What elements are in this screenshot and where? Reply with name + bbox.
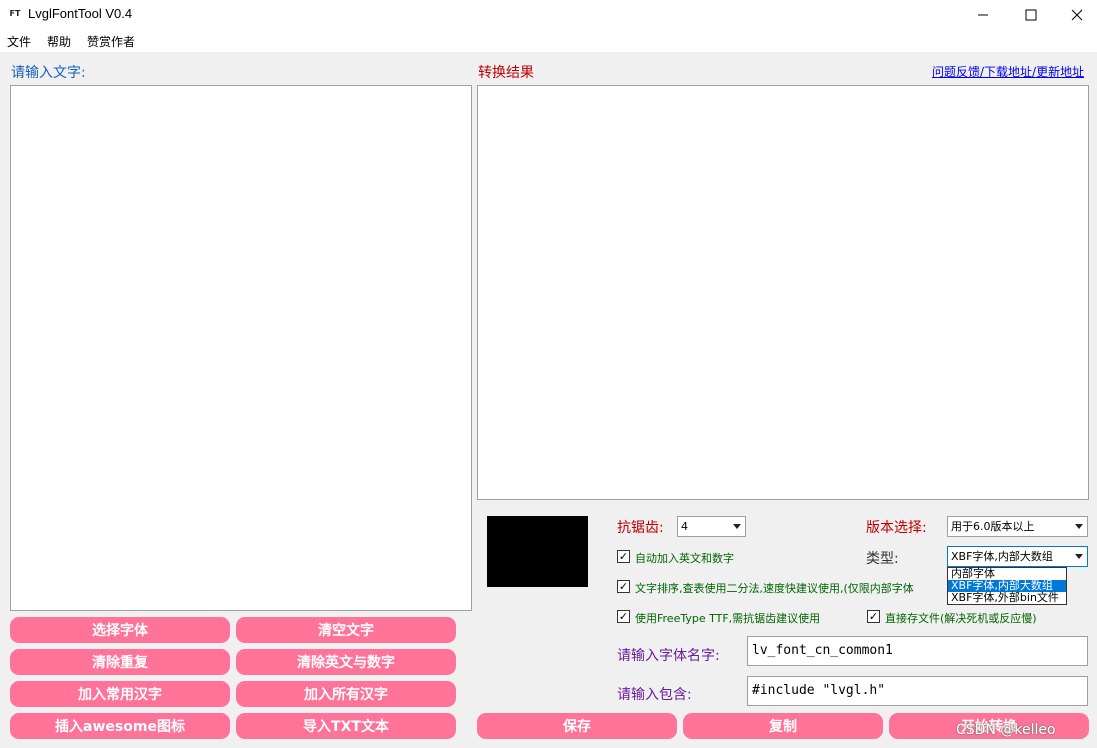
input-text-label: 请输入文字: xyxy=(11,65,86,81)
input-text-area[interactable] xyxy=(10,85,472,611)
clear-text-button[interactable]: 清空文字 xyxy=(236,617,456,643)
save-button[interactable]: 保存 xyxy=(477,713,677,739)
freetype-checkbox[interactable]: ✓ xyxy=(617,610,630,623)
include-label: 请输入包含: xyxy=(617,687,692,703)
check-icon: ✓ xyxy=(868,610,879,623)
freetype-label: 使用FreeType TTF,需抗锯齿建议使用 xyxy=(635,612,821,625)
close-icon xyxy=(1071,9,1083,21)
sort-label: 文字排序,查表使用二分法,速度快建议使用,(仅限内部字体 xyxy=(635,582,914,595)
menu-bar xyxy=(0,30,1097,52)
insert-awesome-icon-button[interactable]: 插入awesome图标 xyxy=(10,713,230,739)
auto-add-checkbox[interactable]: ✓ xyxy=(617,550,630,563)
title-bar xyxy=(0,0,1097,30)
chevron-down-icon xyxy=(1075,554,1083,559)
version-label: 版本选择: xyxy=(866,520,927,536)
include-input[interactable]: #include "lvgl.h" xyxy=(747,676,1088,706)
font-name-input[interactable]: lv_font_cn_common1 xyxy=(747,636,1088,666)
font-preview xyxy=(487,516,588,587)
feedback-link[interactable]: 问题反馈/下载地址/更新地址 xyxy=(932,63,1084,80)
result-label: 转换结果 xyxy=(478,65,534,81)
menu-help[interactable]: 帮助 xyxy=(47,33,71,50)
close-button[interactable] xyxy=(1054,0,1097,30)
chevron-down-icon xyxy=(733,524,741,529)
sort-checkbox[interactable]: ✓ xyxy=(617,580,630,593)
select-font-button[interactable]: 选择字体 xyxy=(10,617,230,643)
type-value: XBF字体,内部大数组 xyxy=(951,550,1053,563)
type-select[interactable]: XBF字体,内部大数组 xyxy=(947,546,1088,567)
remove-duplicates-button[interactable]: 清除重复 xyxy=(10,649,230,675)
menu-file[interactable]: 文件 xyxy=(7,33,31,50)
antialias-select[interactable]: 4 xyxy=(677,516,746,537)
maximize-button[interactable] xyxy=(1008,0,1054,30)
version-value: 用于6.0版本以上 xyxy=(951,520,1035,533)
antialias-value: 4 xyxy=(681,520,688,533)
maximize-icon xyxy=(1025,9,1037,21)
result-text-area[interactable] xyxy=(477,85,1089,500)
check-icon: ✓ xyxy=(618,610,629,623)
auto-add-label: 自动加入英文和数字 xyxy=(635,552,734,565)
direct-save-label: 直接存文件(解决死机或反应慢) xyxy=(885,612,1037,625)
app-icon: FT xyxy=(9,9,21,18)
check-icon: ✓ xyxy=(618,580,629,593)
font-name-label: 请输入字体名字: xyxy=(617,648,720,664)
version-select[interactable]: 用于6.0版本以上 xyxy=(947,516,1088,537)
direct-save-checkbox[interactable]: ✓ xyxy=(867,610,880,623)
antialias-label: 抗锯齿: xyxy=(617,520,664,536)
copy-button[interactable]: 复制 xyxy=(683,713,883,739)
remove-english-digits-button[interactable]: 清除英文与数字 xyxy=(236,649,456,675)
import-txt-button[interactable]: 导入TXT文本 xyxy=(236,713,456,739)
add-all-hanzi-button[interactable]: 加入所有汉字 xyxy=(236,681,456,707)
window-title: LvglFontTool V0.4 xyxy=(28,6,133,21)
type-option-xbf-bin[interactable]: XBF字体,外部bin文件 xyxy=(948,592,1066,604)
check-icon: ✓ xyxy=(618,550,629,563)
type-dropdown-list: 内部字体 XBF字体,内部大数组 XBF字体,外部bin文件 xyxy=(947,567,1067,605)
minimize-icon xyxy=(978,14,988,16)
minimize-button[interactable] xyxy=(960,0,1006,30)
chevron-down-icon xyxy=(1075,524,1083,529)
watermark: CSDN @kelleo xyxy=(956,722,1056,738)
add-common-hanzi-button[interactable]: 加入常用汉字 xyxy=(10,681,230,707)
type-label: 类型: xyxy=(866,551,899,567)
menu-donate[interactable]: 赞赏作者 xyxy=(87,33,135,50)
